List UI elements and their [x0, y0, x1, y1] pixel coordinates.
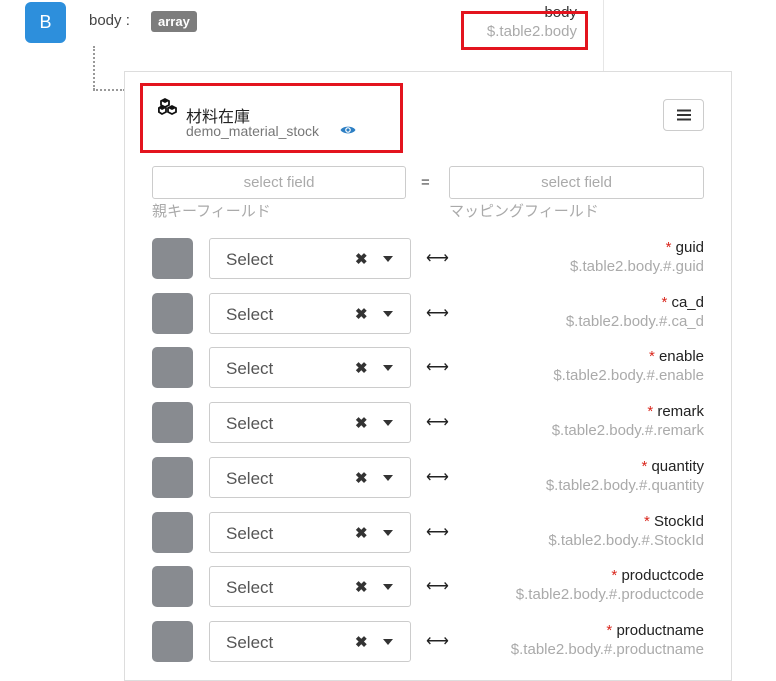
bidirectional-arrow-icon: ⟷ [426, 359, 449, 376]
clear-icon[interactable]: ✖ [355, 305, 368, 323]
field-path: $.table2.body.#.ca_d [565, 313, 704, 330]
row-select[interactable]: Select ✖ [209, 512, 411, 553]
bidirectional-arrow-icon: ⟷ [426, 633, 449, 650]
row-select-value: Select [226, 250, 274, 269]
row-color-swatch[interactable] [152, 457, 193, 498]
hamburger-icon [676, 109, 691, 121]
field-name: * productcode [470, 567, 704, 584]
field-name: * StockId [470, 513, 704, 530]
field-name: * productname [470, 622, 704, 639]
field-name: * guid [470, 239, 704, 256]
parent-key-field-select[interactable]: select field [152, 166, 406, 199]
row-color-swatch[interactable] [152, 566, 193, 607]
node-badge[interactable]: B [25, 2, 66, 43]
field-path: $.table2.body.#.quantity [545, 477, 704, 494]
chevron-down-icon[interactable] [383, 311, 393, 317]
clear-icon[interactable]: ✖ [355, 578, 368, 596]
field-name: * remark [470, 403, 704, 420]
field-name: * quantity [470, 458, 704, 475]
mapping-field-hint: マッピングフィールド [449, 203, 599, 220]
row-color-swatch[interactable] [152, 347, 193, 388]
field-path: $.table2.body.#.productname [510, 641, 704, 658]
field-name-text: productname [616, 622, 704, 639]
row-select-value: Select [226, 359, 274, 378]
equals-sign: = [421, 174, 430, 191]
field-path: $.table2.body.#.StockId [548, 532, 704, 549]
row-select-value: Select [226, 469, 274, 488]
clear-icon[interactable]: ✖ [355, 469, 368, 487]
chevron-down-icon[interactable] [383, 365, 393, 371]
required-marker: * [643, 513, 650, 530]
tree-connector-horizontal [93, 89, 125, 91]
row-select-value: Select [226, 633, 274, 652]
required-marker: * [661, 294, 668, 311]
bidirectional-arrow-icon: ⟷ [426, 250, 449, 267]
field-name-text: productcode [621, 567, 704, 584]
field-name-text: ca_d [671, 294, 704, 311]
row-select-value: Select [226, 524, 274, 543]
field-name-text: quantity [651, 458, 704, 475]
required-marker: * [611, 567, 618, 584]
field-path: $.table2.body.#.enable [553, 367, 704, 384]
row-select[interactable]: Select ✖ [209, 457, 411, 498]
row-select[interactable]: Select ✖ [209, 566, 411, 607]
node-label: body : [89, 12, 130, 29]
chevron-down-icon[interactable] [383, 256, 393, 262]
mapping-field-select[interactable]: select field [449, 166, 704, 199]
row-select[interactable]: Select ✖ [209, 293, 411, 334]
chevron-down-icon[interactable] [383, 475, 393, 481]
field-path: $.table2.body.#.productcode [515, 586, 704, 603]
highlight-box-table [140, 83, 403, 153]
field-path: $.table2.body.#.remark [551, 422, 704, 439]
row-color-swatch[interactable] [152, 402, 193, 443]
required-marker: * [647, 403, 654, 420]
tree-connector-vertical [93, 46, 95, 90]
row-select[interactable]: Select ✖ [209, 402, 411, 443]
row-select-value: Select [226, 305, 274, 324]
field-name: * ca_d [470, 294, 704, 311]
chevron-down-icon[interactable] [383, 420, 393, 426]
row-select[interactable]: Select ✖ [209, 347, 411, 388]
row-select[interactable]: Select ✖ [209, 238, 411, 279]
row-select-value: Select [226, 414, 274, 433]
bidirectional-arrow-icon: ⟷ [426, 469, 449, 486]
chevron-down-icon[interactable] [383, 584, 393, 590]
bidirectional-arrow-icon: ⟷ [426, 305, 449, 322]
row-color-swatch[interactable] [152, 293, 193, 334]
row-select[interactable]: Select ✖ [209, 621, 411, 662]
field-name-text: StockId [653, 513, 704, 530]
field-name: * enable [470, 348, 704, 365]
divider [603, 0, 604, 72]
type-badge: array [151, 11, 197, 32]
row-color-swatch[interactable] [152, 512, 193, 553]
clear-icon[interactable]: ✖ [355, 250, 368, 268]
menu-button[interactable] [663, 99, 704, 131]
bidirectional-arrow-icon: ⟷ [426, 414, 449, 431]
field-name-text: guid [675, 239, 704, 256]
required-marker: * [641, 458, 648, 475]
required-marker: * [648, 348, 655, 365]
bidirectional-arrow-icon: ⟷ [426, 524, 449, 541]
chevron-down-icon[interactable] [383, 639, 393, 645]
row-select-value: Select [226, 578, 274, 597]
chevron-down-icon[interactable] [383, 530, 393, 536]
clear-icon[interactable]: ✖ [355, 359, 368, 377]
required-marker: * [606, 622, 613, 639]
bidirectional-arrow-icon: ⟷ [426, 578, 449, 595]
required-marker: * [665, 239, 672, 256]
clear-icon[interactable]: ✖ [355, 524, 368, 542]
clear-icon[interactable]: ✖ [355, 633, 368, 651]
parent-key-hint: 親キーフィールド [152, 203, 271, 220]
row-color-swatch[interactable] [152, 238, 193, 279]
field-path: $.table2.body.#.guid [570, 258, 704, 275]
field-name-text: enable [658, 348, 704, 365]
clear-icon[interactable]: ✖ [355, 414, 368, 432]
highlight-box-path [461, 11, 588, 50]
row-color-swatch[interactable] [152, 621, 193, 662]
field-name-text: remark [657, 403, 704, 420]
